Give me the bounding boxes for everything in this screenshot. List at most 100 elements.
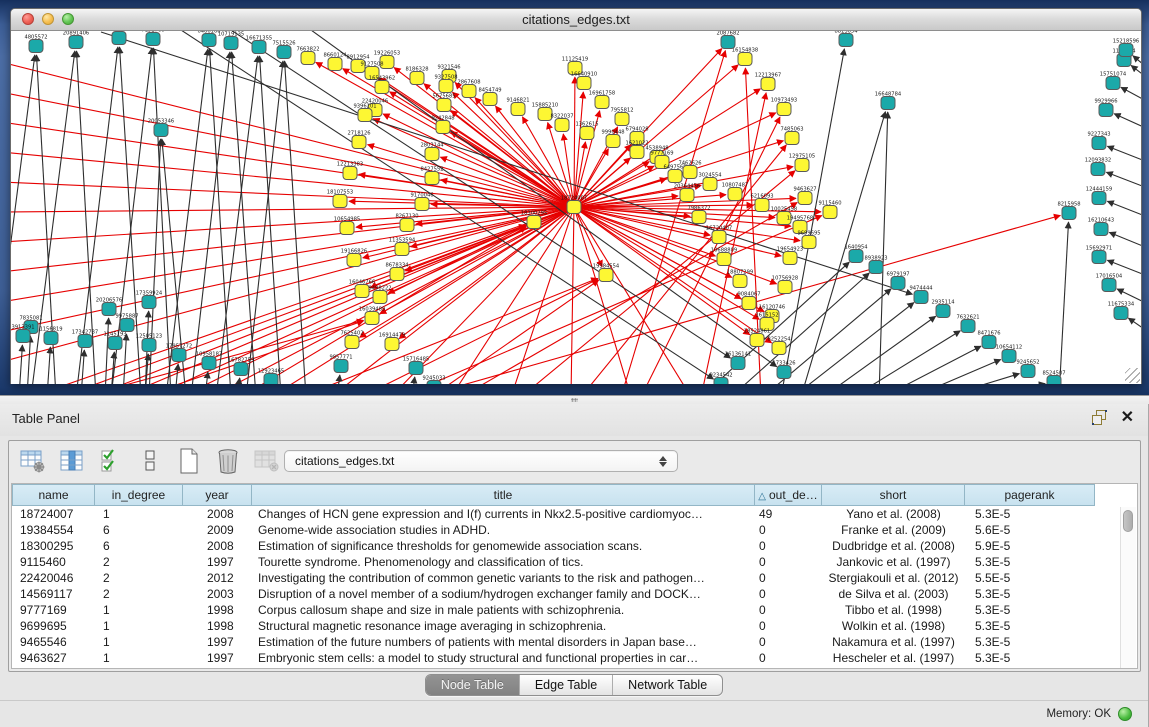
graph-node[interactable] bbox=[914, 291, 928, 304]
graph-node[interactable] bbox=[527, 216, 541, 229]
column-header-year[interactable]: year bbox=[183, 484, 252, 506]
table-row[interactable]: 1830029562008Estimation of significance … bbox=[12, 538, 1137, 554]
graph-node[interactable] bbox=[340, 222, 354, 235]
graph-node[interactable] bbox=[333, 195, 347, 208]
graph-node[interactable] bbox=[785, 132, 799, 145]
column-header-in_degree[interactable]: in_degree bbox=[95, 484, 183, 506]
graph-node[interactable] bbox=[102, 303, 116, 316]
table-vertical-scrollbar[interactable] bbox=[1120, 507, 1136, 668]
graph-node[interactable] bbox=[802, 236, 816, 249]
table-row[interactable]: 911546021997Tourette syndrome. Phenomeno… bbox=[12, 554, 1137, 570]
graph-node[interactable] bbox=[352, 136, 366, 149]
table-row[interactable]: 946554611997Estimation of the future num… bbox=[12, 634, 1137, 650]
zoom-light[interactable] bbox=[62, 13, 74, 25]
graph-node[interactable] bbox=[1062, 207, 1076, 220]
graph-node[interactable] bbox=[839, 34, 853, 47]
graph-node[interactable] bbox=[436, 121, 450, 134]
graph-node[interactable] bbox=[777, 103, 791, 116]
graph-node[interactable] bbox=[982, 336, 996, 349]
graph-node[interactable] bbox=[580, 127, 594, 140]
graph-node[interactable] bbox=[742, 297, 756, 310]
graph-node[interactable] bbox=[437, 99, 451, 112]
graph-node[interactable] bbox=[224, 37, 238, 50]
graph-node[interactable] bbox=[750, 334, 764, 347]
graph-node[interactable] bbox=[761, 78, 775, 91]
graph-node[interactable] bbox=[390, 268, 404, 281]
graph-node[interactable] bbox=[891, 277, 905, 290]
graph-node[interactable] bbox=[439, 80, 453, 93]
graph-node[interactable] bbox=[630, 146, 644, 159]
minimize-light[interactable] bbox=[42, 13, 54, 25]
graph-node[interactable] bbox=[108, 337, 122, 350]
graph-node[interactable] bbox=[146, 33, 160, 46]
graph-node[interactable] bbox=[717, 253, 731, 266]
graph-node[interactable] bbox=[172, 349, 186, 362]
graph-node[interactable] bbox=[783, 252, 797, 265]
graph-node[interactable] bbox=[425, 172, 439, 185]
delete-table-icon[interactable] bbox=[214, 448, 241, 474]
graph-node[interactable] bbox=[483, 93, 497, 106]
split-pane-divider[interactable] bbox=[0, 395, 1149, 404]
window-resize-grip[interactable] bbox=[1125, 368, 1140, 383]
graph-node[interactable] bbox=[1092, 137, 1106, 150]
graph-node[interactable] bbox=[375, 81, 389, 94]
graph-node[interactable] bbox=[683, 166, 697, 179]
column-header-name[interactable]: name bbox=[12, 484, 95, 506]
graph-node[interactable] bbox=[869, 261, 883, 274]
table-row[interactable]: 946362711997Embryonic stem cells: a mode… bbox=[12, 650, 1137, 666]
graph-node[interactable] bbox=[961, 320, 975, 333]
graph-node[interactable] bbox=[415, 198, 429, 211]
graph-node[interactable] bbox=[409, 362, 423, 375]
graph-node[interactable] bbox=[1091, 163, 1105, 176]
column-visibility-icon[interactable] bbox=[58, 448, 85, 474]
graph-node[interactable] bbox=[511, 103, 525, 116]
graph-node[interactable] bbox=[410, 72, 424, 85]
graph-node[interactable] bbox=[142, 296, 156, 309]
graph-node[interactable] bbox=[599, 269, 613, 282]
graph-node[interactable] bbox=[721, 36, 735, 49]
graph-node[interactable] bbox=[69, 36, 83, 49]
table-row[interactable]: 1456911722003Disruption of a novel membe… bbox=[12, 586, 1137, 602]
table-settings-icon[interactable] bbox=[19, 448, 46, 474]
graph-node[interactable] bbox=[680, 189, 694, 202]
column-header-pagerank[interactable]: pagerank bbox=[965, 484, 1095, 506]
graph-node[interactable] bbox=[395, 243, 409, 256]
graph-node[interactable] bbox=[234, 363, 248, 376]
graph-node[interactable] bbox=[264, 374, 278, 385]
graph-node[interactable] bbox=[692, 211, 706, 224]
table-row[interactable]: 977716911998Corpus callosum shape and si… bbox=[12, 602, 1137, 618]
graph-node[interactable] bbox=[16, 330, 30, 343]
table-row[interactable]: 969969511998Structural magnetic resonanc… bbox=[12, 618, 1137, 634]
graph-node[interactable] bbox=[731, 357, 745, 370]
graph-node[interactable] bbox=[1092, 251, 1106, 264]
table-row[interactable]: 1872400712008Changes of HCN gene express… bbox=[12, 506, 1137, 522]
graph-node[interactable] bbox=[733, 275, 747, 288]
graph-node[interactable] bbox=[1114, 307, 1128, 320]
graph-node[interactable] bbox=[577, 77, 591, 90]
graph-node[interactable] bbox=[936, 305, 950, 318]
graph-node[interactable] bbox=[328, 58, 342, 71]
graph-node[interactable] bbox=[301, 52, 315, 65]
graph-node[interactable] bbox=[112, 32, 126, 45]
graph-node[interactable] bbox=[728, 188, 742, 201]
network-window-titlebar[interactable]: citations_edges.txt bbox=[11, 9, 1141, 31]
graph-node[interactable] bbox=[849, 250, 863, 263]
float-window-icon[interactable] bbox=[1092, 410, 1107, 425]
graph-node[interactable] bbox=[1047, 376, 1061, 385]
graph-node[interactable] bbox=[772, 342, 786, 355]
close-light[interactable] bbox=[22, 13, 34, 25]
graph-node[interactable] bbox=[44, 332, 58, 345]
graph-node[interactable] bbox=[154, 124, 168, 137]
graph-node[interactable] bbox=[615, 113, 629, 126]
tab-node-table[interactable]: Node Table bbox=[426, 675, 519, 695]
graph-node[interactable] bbox=[355, 285, 369, 298]
graph-node[interactable] bbox=[120, 319, 134, 332]
graph-node[interactable] bbox=[823, 206, 837, 219]
graph-node[interactable] bbox=[277, 46, 291, 59]
table-selector-dropdown[interactable]: citations_edges.txt bbox=[284, 450, 678, 472]
graph-node[interactable] bbox=[606, 135, 620, 148]
graph-node[interactable] bbox=[795, 159, 809, 172]
graph-node[interactable] bbox=[668, 170, 682, 183]
graph-node[interactable] bbox=[202, 357, 216, 370]
graph-node[interactable] bbox=[142, 339, 156, 352]
